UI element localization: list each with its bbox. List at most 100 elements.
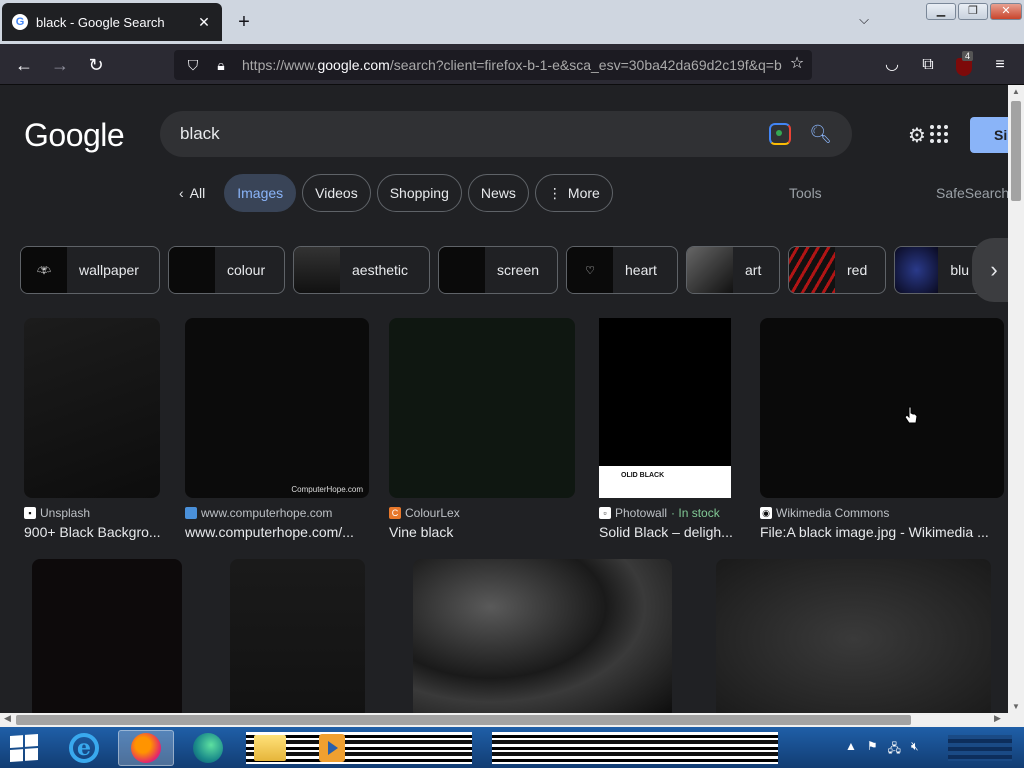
search-icon[interactable]: 🔍︎ (809, 124, 832, 145)
scroll-up-arrow-icon[interactable]: ▲ (1008, 87, 1024, 96)
tab-shopping[interactable]: Shopping (376, 174, 462, 212)
tab-videos[interactable]: Videos (302, 174, 371, 212)
pocket-icon[interactable]: ◡ (879, 52, 905, 78)
forward-arrow-icon[interactable]: → (47, 52, 73, 78)
windows-start-icon[interactable] (10, 734, 38, 762)
reload-icon[interactable]: ↻ (83, 52, 109, 78)
scroll-left-arrow-icon[interactable]: ◀ (4, 713, 11, 724)
back-arrow-icon[interactable]: ← (11, 52, 37, 78)
related-thumbnail (294, 247, 340, 293)
related-thumbnail: 🦇︎ (21, 247, 67, 293)
minimize-button[interactable]: ▁ (926, 3, 956, 20)
related-chip-art[interactable]: art (686, 246, 780, 294)
taskbar-media-player[interactable] (304, 730, 360, 766)
related-chip-heart[interactable]: ♡ heart (566, 246, 678, 294)
search-input[interactable]: black (180, 124, 769, 144)
window-controls: ▁ ❐ ✕ (926, 3, 1022, 20)
horizontal-scrollbar[interactable]: ◀ ▶ (0, 713, 1024, 727)
back-chevron-icon: ‹ (179, 185, 184, 201)
image-result[interactable]: ComputerHope.com www.computerhope.com ww… (185, 318, 369, 540)
result-caption[interactable]: Solid Black – deligh... (599, 524, 739, 540)
related-next-chevron-icon[interactable]: › (972, 238, 1008, 302)
scroll-right-arrow-icon[interactable]: ▶ (994, 713, 1001, 724)
image-result[interactable]: ▪ Unsplash 900+ Black Backgro... (24, 318, 164, 540)
address-bar[interactable]: ⛉ 🔒︎ https://www.google.com/search?clien… (174, 50, 812, 80)
tab-close-icon[interactable]: ✕ (196, 14, 212, 31)
horizontal-scroll-thumb[interactable] (16, 715, 911, 725)
result-source[interactable]: ◉ Wikimedia Commons (760, 506, 1004, 520)
tools-button[interactable]: Tools (789, 185, 822, 201)
result-image[interactable] (32, 559, 182, 713)
result-image[interactable]: ComputerHope.com (185, 318, 369, 498)
shield-icon[interactable]: ⛉ (182, 57, 204, 74)
result-source[interactable]: ▪ Unsplash (24, 506, 164, 520)
related-chip-blue[interactable]: blu (894, 246, 984, 294)
image-result[interactable] (230, 559, 365, 713)
result-image[interactable] (413, 559, 672, 713)
result-source[interactable]: C ColourLex (389, 506, 575, 520)
browser-tab[interactable]: G black - Google Search ✕ (2, 3, 222, 41)
sign-in-button[interactable]: Si (970, 117, 1008, 153)
related-chip-red[interactable]: red (788, 246, 886, 294)
taskbar-edge[interactable] (180, 730, 236, 766)
windows-taskbar: e ▲ ⚑ 🖧︎ 🔇︎ (0, 727, 1024, 768)
search-box[interactable]: black 🔍︎ (160, 111, 852, 157)
taskbar-file-explorer[interactable] (242, 730, 298, 766)
vertical-scroll-thumb[interactable] (1011, 101, 1021, 201)
restore-button[interactable]: ❐ (958, 3, 988, 20)
tab-title: black - Google Search (36, 14, 165, 30)
taskbar-glitch (492, 732, 778, 764)
image-watermark: ComputerHope.com (291, 485, 363, 494)
settings-gear-icon[interactable]: ⚙ (908, 123, 926, 148)
result-image[interactable] (389, 318, 575, 498)
image-result[interactable] (413, 559, 672, 713)
related-chip-screen[interactable]: screen (438, 246, 558, 294)
new-tab-button[interactable]: + (232, 10, 256, 34)
tab-more[interactable]: ⋮ More (534, 174, 613, 212)
result-source[interactable]: www.computerhope.com (185, 506, 369, 520)
google-lens-icon[interactable] (769, 123, 792, 145)
hand-cursor-icon (904, 406, 918, 424)
window-close-button[interactable]: ✕ (990, 3, 1022, 20)
result-caption[interactable]: File:A black image.jpg - Wikimedia ... (760, 524, 1004, 540)
result-image[interactable] (24, 318, 160, 498)
taskbar-internet-explorer[interactable]: e (56, 730, 112, 766)
menu-hamburger-icon[interactable]: ≡ (987, 52, 1013, 78)
folder-icon (254, 735, 286, 761)
action-center-flag-icon[interactable]: ⚑ (867, 739, 878, 760)
taskbar-clock[interactable] (948, 735, 1012, 761)
related-chip-aesthetic[interactable]: aesthetic (293, 246, 430, 294)
result-caption[interactable]: 900+ Black Backgro... (24, 524, 164, 540)
image-result[interactable]: OLID BLACK ▫ Photowall · In stock Solid B… (599, 318, 739, 540)
related-chip-colour[interactable]: colour (168, 246, 285, 294)
image-result[interactable]: ◉ Wikimedia Commons File:A black image.jp… (760, 318, 1004, 540)
image-result[interactable]: C ColourLex Vine black (389, 318, 575, 540)
result-source[interactable]: ▫ Photowall · In stock (599, 506, 739, 520)
volume-muted-icon[interactable]: 🔇︎ (911, 739, 919, 760)
google-apps-icon[interactable] (930, 125, 948, 143)
taskbar-firefox[interactable] (118, 730, 174, 766)
extensions-puzzle-icon[interactable]: ⧉ (915, 52, 941, 78)
lock-icon[interactable]: 🔒︎ (210, 57, 232, 74)
result-caption[interactable]: www.computerhope.com/... (185, 524, 369, 540)
tab-all[interactable]: ‹ All (166, 174, 218, 212)
result-image[interactable]: OLID BLACK (599, 318, 731, 498)
result-caption[interactable]: Vine black (389, 524, 575, 540)
list-all-tabs-chevron-icon[interactable]: ⌵ (854, 12, 874, 32)
image-result[interactable] (716, 559, 991, 713)
network-icon[interactable]: 🖧︎ (888, 739, 901, 760)
tab-images[interactable]: Images (224, 174, 297, 212)
google-logo[interactable]: Google (24, 117, 125, 154)
bookmark-star-icon[interactable]: ☆ (786, 50, 808, 78)
result-image[interactable] (716, 559, 991, 713)
scroll-down-arrow-icon[interactable]: ▼ (1008, 702, 1024, 711)
result-image[interactable] (760, 318, 1004, 498)
show-hidden-icons-chevron-icon[interactable]: ▲ (845, 739, 857, 760)
image-result[interactable] (32, 559, 182, 713)
vertical-scrollbar[interactable]: ▲ ▼ (1008, 85, 1024, 713)
result-image[interactable] (230, 559, 365, 713)
url-text[interactable]: https://www.google.com/search?client=fir… (242, 57, 782, 73)
safesearch-button[interactable]: SafeSearch (936, 185, 1008, 201)
related-chip-wallpaper[interactable]: 🦇︎ wallpaper (20, 246, 160, 294)
tab-news[interactable]: News (467, 174, 529, 212)
